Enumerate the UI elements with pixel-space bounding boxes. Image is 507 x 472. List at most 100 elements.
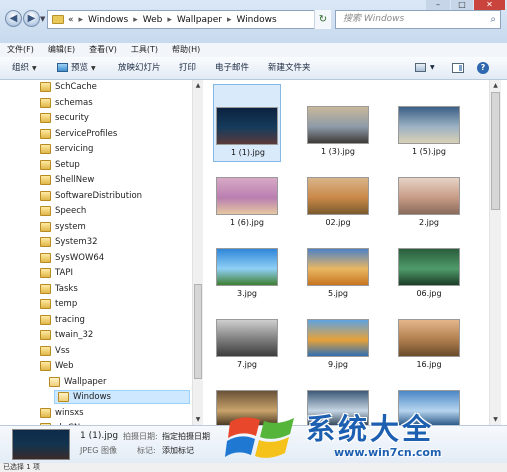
details-pane: 1 (1).jpg JPEG 图像 拍摄日期: 指定拍摄日期 标记: 添加标记 — [0, 425, 507, 463]
file-tile[interactable]: 16.jpg — [395, 297, 463, 375]
folder-tree-item[interactable]: Vss — [40, 344, 70, 358]
file-tile[interactable]: 06.jpg — [395, 226, 463, 304]
file-tile[interactable] — [395, 368, 463, 425]
print-button[interactable]: 打印 — [179, 57, 196, 79]
refresh-button[interactable]: ↻ — [314, 10, 331, 29]
folder-tree-item[interactable]: ShellNew — [40, 173, 94, 187]
file-tile[interactable]: 3.jpg — [213, 226, 281, 304]
address-overflow-chevron[interactable]: « — [68, 15, 74, 25]
folder-tree-item[interactable]: winsxs — [40, 406, 84, 420]
recent-pages-dropdown-icon[interactable]: ▼ — [40, 15, 45, 23]
folder-tree-item[interactable]: Web — [40, 359, 74, 373]
menu-bar: 文件(F) 编辑(E) 查看(V) 工具(T) 帮助(H) — [0, 43, 507, 58]
scroll-up-icon[interactable]: ▲ — [193, 80, 203, 91]
folder-tree-item[interactable]: SysWOW64 — [40, 251, 104, 265]
scroll-down-icon[interactable]: ▼ — [193, 414, 203, 425]
image-thumbnail — [307, 319, 369, 357]
scrollbar-thumb[interactable] — [194, 284, 202, 379]
file-tile[interactable]: 2.jpg — [395, 155, 463, 233]
scroll-down-icon[interactable]: ▼ — [490, 414, 501, 425]
breadcrumb-segment[interactable]: Windows — [236, 15, 276, 25]
menu-view[interactable]: 查看(V) — [82, 43, 124, 57]
folder-tree-item[interactable]: System32 — [40, 235, 98, 249]
scrollbar-thumb[interactable] — [491, 92, 500, 210]
folder-icon — [40, 299, 51, 309]
address-bar[interactable]: « ▸ Windows ▸ Web ▸ Wallpaper ▸ Windows — [47, 10, 331, 29]
folder-tree-item[interactable]: ServiceProfiles — [40, 127, 117, 141]
folder-tree-item[interactable]: schemas — [40, 96, 93, 110]
folder-tree-item[interactable]: temp — [40, 297, 77, 311]
maximize-button[interactable]: □ — [451, 0, 473, 10]
folder-tree-label: twain_32 — [55, 330, 94, 340]
chevron-down-icon[interactable]: ▼ — [430, 57, 435, 79]
preview-pane-icon[interactable] — [452, 63, 464, 73]
date-taken-value[interactable]: 指定拍摄日期 — [162, 431, 210, 442]
folder-tree-item[interactable]: security — [40, 111, 89, 125]
file-tile[interactable]: 1 (3).jpg — [304, 84, 372, 162]
menu-help[interactable]: 帮助(H) — [165, 43, 207, 57]
back-arrow-icon: ◀ — [9, 13, 18, 24]
preview-button[interactable]: 预览 ▼ — [57, 57, 96, 80]
folder-tree-label: Setup — [55, 159, 80, 170]
help-icon[interactable]: ? — [477, 62, 489, 74]
menu-edit[interactable]: 编辑(E) — [41, 43, 82, 57]
menu-tools[interactable]: 工具(T) — [124, 43, 165, 57]
minimize-button[interactable]: – — [426, 0, 450, 10]
breadcrumb-segment[interactable]: Windows — [88, 15, 128, 25]
folder-tree-item[interactable]: TAPI — [40, 266, 73, 280]
file-tile[interactable] — [213, 368, 281, 425]
forward-button[interactable]: ▶ — [23, 10, 40, 27]
tags-value[interactable]: 添加标记 — [162, 445, 194, 456]
status-bar: 已选择 1 项 — [0, 463, 507, 472]
folder-icon — [40, 190, 51, 201]
folder-tree-item[interactable]: Speech — [40, 204, 86, 218]
folder-tree-label: security — [55, 113, 89, 123]
folder-tree-label: temp — [55, 299, 78, 309]
folder-tree-label: servicing — [55, 144, 94, 154]
file-tile[interactable]: 9.jpg — [304, 297, 372, 375]
search-input[interactable]: 搜索 Windows ⌕ — [335, 10, 501, 29]
selected-file-thumbnail — [12, 429, 70, 460]
close-button[interactable]: ✕ — [474, 0, 505, 10]
folder-tree-item[interactable]: tracing — [40, 313, 85, 327]
image-thumbnail — [216, 390, 278, 425]
folder-tree-item[interactable]: SchCache — [40, 80, 97, 94]
back-button[interactable]: ◀ — [5, 10, 22, 27]
file-tile[interactable]: 1 (5).jpg — [395, 84, 463, 162]
folder-tree-label: ServiceProfiles — [55, 128, 118, 139]
file-tile[interactable] — [304, 368, 372, 425]
email-button[interactable]: 电子邮件 — [215, 57, 249, 79]
breadcrumb-segment[interactable]: Wallpaper — [177, 15, 222, 25]
folder-tree-item[interactable]: twain_32 — [40, 328, 93, 342]
breadcrumb-segment[interactable]: Web — [143, 15, 163, 25]
folder-tree-item[interactable]: Windows — [54, 390, 190, 404]
file-tile[interactable]: 1 (1).jpg — [213, 84, 281, 162]
folder-icon — [40, 159, 51, 170]
folder-tree-item[interactable]: SoftwareDistribution — [40, 189, 142, 203]
folder-icon — [40, 314, 51, 325]
folder-icon — [40, 361, 51, 371]
organize-button[interactable]: 组织 ▼ — [12, 57, 37, 80]
file-tile[interactable]: 02.jpg — [304, 155, 372, 233]
folder-tree-item[interactable]: system — [40, 220, 86, 234]
folder-tree-item[interactable]: servicing — [40, 142, 93, 156]
folder-icon — [40, 97, 51, 108]
folder-icon — [40, 221, 51, 232]
folder-tree-item[interactable]: Wallpaper — [49, 375, 107, 389]
selected-file-type: JPEG 图像 — [80, 446, 117, 455]
scroll-up-icon[interactable]: ▲ — [490, 80, 501, 91]
file-tile[interactable]: 7.jpg — [213, 297, 281, 375]
content-scrollbar[interactable]: ▲ ▼ — [489, 80, 501, 425]
search-icon[interactable]: ⌕ — [490, 11, 496, 28]
folder-icon — [40, 144, 51, 154]
file-tile[interactable]: 1 (6).jpg — [213, 155, 281, 233]
menu-file[interactable]: 文件(F) — [0, 43, 41, 57]
folder-tree-item[interactable]: Setup — [40, 158, 80, 172]
folder-tree-item[interactable]: Tasks — [40, 282, 78, 296]
change-view-icon[interactable] — [415, 63, 426, 72]
file-tile[interactable]: 5.jpg — [304, 226, 372, 304]
nav-scrollbar[interactable]: ▲ ▼ — [192, 80, 203, 425]
slideshow-button[interactable]: 放映幻灯片 — [118, 57, 161, 79]
folder-icon — [40, 283, 51, 294]
new-folder-button[interactable]: 新建文件夹 — [268, 57, 311, 79]
